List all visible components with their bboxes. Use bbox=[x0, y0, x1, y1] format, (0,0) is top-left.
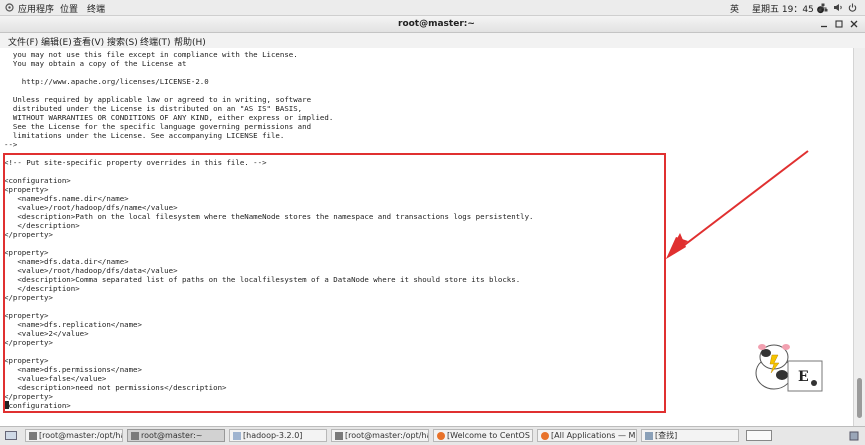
terminal-line: <name>dfs.permissions</name> bbox=[4, 365, 142, 374]
taskbar-item[interactable]: [root@master:/opt/hado··· bbox=[331, 429, 429, 442]
menu-edit[interactable]: 编辑(E) bbox=[41, 35, 72, 48]
terminal-line: <property> bbox=[4, 311, 49, 320]
terminal-line: </property> bbox=[4, 392, 53, 401]
terminal-app-menu[interactable]: 终端 bbox=[87, 2, 105, 15]
taskbar-item-active[interactable]: root@master:~ bbox=[127, 429, 225, 442]
terminal-line: you may not use this file except in comp… bbox=[4, 50, 298, 59]
menu-view[interactable]: 查看(V) bbox=[73, 35, 104, 48]
terminal-line: </description> bbox=[4, 284, 80, 293]
firefox-icon bbox=[437, 431, 445, 440]
input-method-indicator[interactable]: 英 bbox=[730, 2, 739, 15]
terminal-line: <!-- Put site-specific property override… bbox=[4, 158, 267, 167]
search-icon bbox=[645, 431, 653, 440]
terminal-line: <description>Path on the local filesyste… bbox=[4, 212, 534, 221]
terminal-line: <configuration> bbox=[4, 176, 71, 185]
clock[interactable]: 星期五 19：45 ● bbox=[752, 2, 824, 15]
terminal-line: <value>2</value> bbox=[4, 329, 89, 338]
notification-icon[interactable] bbox=[849, 431, 859, 441]
terminal-line: <description>need not permissions</descr… bbox=[4, 383, 227, 392]
terminal-line: <description>Comma separated list of pat… bbox=[4, 275, 521, 284]
terminal-line: --> bbox=[4, 140, 18, 149]
cow-sticker-icon: E bbox=[755, 344, 823, 392]
places-menu[interactable]: 位置 bbox=[60, 2, 78, 15]
show-desktop-icon[interactable] bbox=[5, 431, 17, 441]
terminal-line: </property> bbox=[4, 293, 53, 302]
terminal-line: configuration> bbox=[4, 401, 71, 410]
system-top-bar: 应用程序 位置 终端 英 星期五 19：45 ● bbox=[0, 0, 865, 16]
folder-icon bbox=[233, 431, 241, 440]
terminal-icon bbox=[131, 431, 139, 440]
workspace-switcher[interactable] bbox=[746, 430, 772, 441]
terminal-line: <property> bbox=[4, 248, 49, 257]
annotation-arrow-icon bbox=[666, 150, 809, 259]
terminal-line: <name>dfs.name.dir</name> bbox=[4, 194, 129, 203]
apps-menu-icon bbox=[5, 3, 14, 12]
taskbar-item[interactable]: [Welcome to CentOS — ··· bbox=[433, 429, 533, 442]
terminal-line: You may obtain a copy of the License at bbox=[4, 59, 187, 68]
terminal-line: <property> bbox=[4, 185, 49, 194]
terminal-line: distributed under the License is distrib… bbox=[4, 104, 303, 113]
menu-help[interactable]: 帮助(H) bbox=[174, 35, 206, 48]
power-icon[interactable] bbox=[848, 3, 857, 12]
window-title-bar[interactable]: root@master:~ bbox=[0, 16, 865, 33]
taskbar: [root@master:/opt/hado··· root@master:~ … bbox=[0, 426, 865, 445]
terminal-line: See the License for the specific languag… bbox=[4, 122, 312, 131]
menu-search[interactable]: 搜索(S) bbox=[107, 35, 138, 48]
scrollbar-thumb[interactable] bbox=[857, 378, 862, 418]
menu-file[interactable]: 文件(F) bbox=[8, 35, 38, 48]
terminal-line: <name>dfs.data.dir</name> bbox=[4, 257, 129, 266]
window-title: root@master:~ bbox=[398, 19, 475, 29]
terminal-line: <value>/root/hadoop/dfs/data</value> bbox=[4, 266, 178, 275]
terminal-scrollbar[interactable] bbox=[853, 48, 865, 426]
terminal-menu-bar: 文件(F) 编辑(E) 查看(V) 搜索(S) 终端(T) 帮助(H) bbox=[0, 33, 865, 49]
taskbar-item[interactable]: [root@master:/opt/hado··· bbox=[25, 429, 123, 442]
firefox-icon bbox=[541, 431, 549, 440]
terminal-line: </property> bbox=[4, 230, 53, 239]
terminal-icon bbox=[29, 431, 37, 440]
terminal-line: <property> bbox=[4, 356, 49, 365]
apps-menu[interactable]: 应用程序 bbox=[18, 2, 54, 15]
close-icon[interactable] bbox=[850, 20, 858, 28]
minimize-icon[interactable] bbox=[820, 20, 828, 28]
terminal-line: </property> bbox=[4, 338, 53, 347]
maximize-icon[interactable] bbox=[835, 20, 843, 28]
terminal-line: <name>dfs.replication</name> bbox=[4, 320, 142, 329]
terminal-line: WITHOUT WARRANTIES OR CONDITIONS OF ANY … bbox=[4, 113, 334, 122]
terminal-cursor bbox=[4, 401, 9, 409]
terminal-line: </description> bbox=[4, 221, 80, 230]
terminal-line: Unless required by applicable law or agr… bbox=[4, 95, 312, 104]
terminal-line: http://www.apache.org/licenses/LICENSE-2… bbox=[4, 77, 209, 86]
network-icon[interactable] bbox=[818, 3, 828, 12]
menu-terminal[interactable]: 终端(T) bbox=[140, 35, 171, 48]
taskbar-item[interactable]: [查找] bbox=[641, 429, 739, 442]
terminal-line: limitations under the License. See accom… bbox=[4, 131, 285, 140]
terminal-icon bbox=[335, 431, 343, 440]
volume-icon[interactable] bbox=[833, 3, 843, 12]
svg-text:E: E bbox=[798, 369, 809, 385]
terminal-line: <value>false</value> bbox=[4, 374, 107, 383]
taskbar-item[interactable]: [All Applications — Mozil··· bbox=[537, 429, 637, 442]
taskbar-item[interactable]: [hadoop-3.2.0] bbox=[229, 429, 327, 442]
terminal-line: <value>/root/hadoop/dfs/name</value> bbox=[4, 203, 178, 212]
